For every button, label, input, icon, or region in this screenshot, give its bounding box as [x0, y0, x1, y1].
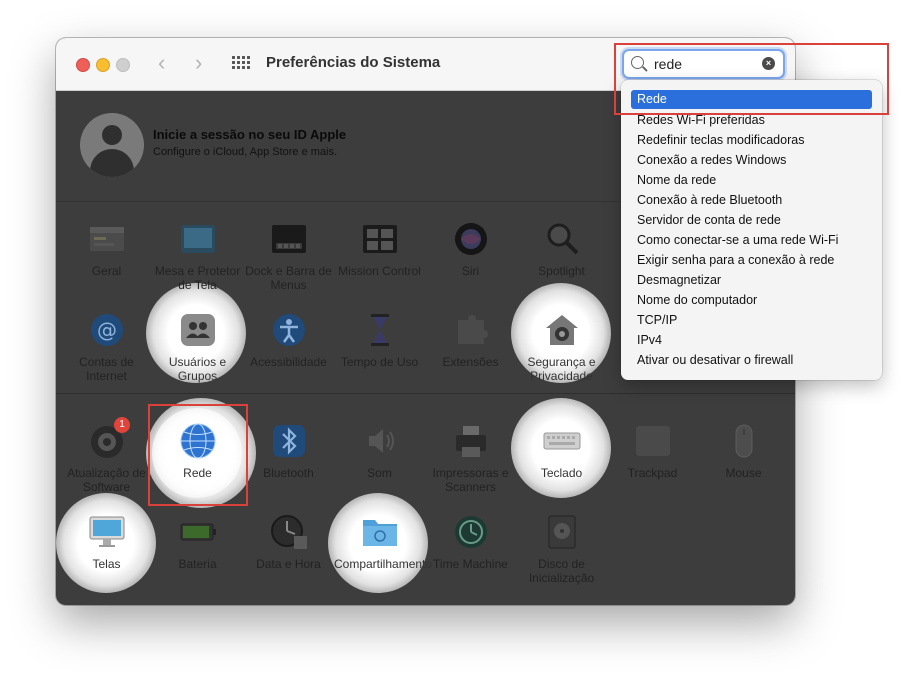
show-all-grid-icon[interactable]: [232, 56, 250, 72]
startup-disk-icon: [543, 514, 581, 550]
zoom-window-button[interactable]: [116, 58, 130, 72]
search-result-item[interactable]: Nome da rede: [637, 173, 716, 187]
siri-icon: [452, 221, 490, 257]
search-result-item[interactable]: Exigir senha para a conexão à rede: [637, 253, 834, 267]
desktop-screensaver-icon: [179, 221, 217, 257]
users-groups-icon: [179, 312, 217, 348]
back-button[interactable]: ‹: [158, 52, 165, 74]
search-result-item[interactable]: TCP/IP: [637, 313, 677, 327]
time-machine-icon: [452, 514, 490, 550]
battery-icon: [179, 514, 217, 550]
bluetooth-icon: [270, 423, 308, 459]
screen-time-hourglass-icon: [361, 312, 399, 348]
clock-calendar-icon: [270, 514, 308, 550]
search-result-item[interactable]: Como conectar-se a uma rede Wi-Fi: [637, 233, 838, 247]
dock-icon: [270, 221, 308, 257]
search-results-dropdown: Rede Redes Wi-Fi preferidas Redefinir te…: [621, 80, 882, 380]
close-window-button[interactable]: [76, 58, 90, 72]
annotation-box-rede: [148, 404, 248, 506]
apple-id-title: Inicie a sessão no seu ID Apple: [153, 127, 347, 142]
minimize-window-button[interactable]: [96, 58, 110, 72]
extensions-puzzle-icon: [452, 312, 490, 348]
search-result-item[interactable]: Ativar ou desativar o firewall: [637, 353, 793, 367]
internet-accounts-icon: @: [88, 312, 126, 348]
keyboard-icon: [543, 423, 581, 459]
search-result-item[interactable]: IPv4: [637, 333, 662, 347]
svg-text:@: @: [97, 318, 117, 342]
window-title: Preferências do Sistema: [266, 54, 441, 71]
search-result-item[interactable]: Conexão a redes Windows: [637, 153, 786, 167]
update-badge: 1: [114, 417, 130, 433]
search-result-item[interactable]: Conexão à rede Bluetooth: [637, 193, 782, 207]
trackpad-icon: [634, 423, 672, 459]
mouse-icon: [725, 423, 763, 459]
sound-speaker-icon: [361, 423, 399, 459]
search-result-item[interactable]: Redes Wi-Fi preferidas: [637, 113, 765, 127]
accessibility-icon: [270, 312, 308, 348]
search-result-item[interactable]: Nome do computador: [637, 293, 757, 307]
avatar: [80, 113, 144, 177]
search-result-item[interactable]: Servidor de conta de rede: [637, 213, 781, 227]
annotation-box-search: [614, 43, 889, 115]
section-divider: [56, 393, 795, 394]
apple-id-subtitle: Configure o iCloud, App Store e mais.: [153, 146, 338, 158]
mission-control-icon: [361, 221, 399, 257]
displays-monitor-icon: [88, 514, 126, 550]
search-result-item[interactable]: Redefinir teclas modificadoras: [637, 133, 804, 147]
sharing-folder-icon: [361, 514, 399, 550]
security-house-icon: [543, 312, 581, 348]
printer-icon: [452, 423, 490, 459]
search-result-item[interactable]: Desmagnetizar: [637, 273, 721, 287]
spotlight-magnifier-icon: [543, 221, 581, 257]
general-icon: [88, 221, 126, 257]
forward-button[interactable]: ›: [195, 52, 202, 74]
